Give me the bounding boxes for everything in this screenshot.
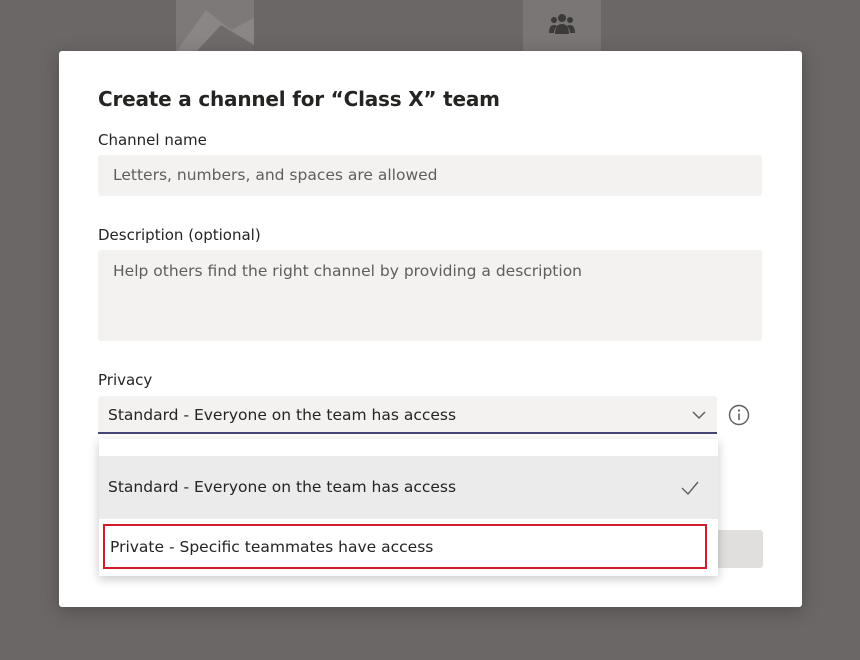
background-teams-button	[523, 0, 601, 52]
description-input[interactable]: Help others find the right channel by pr…	[98, 250, 762, 341]
privacy-option-private[interactable]: Private - Specific teammates have access	[103, 524, 707, 569]
privacy-option-standard[interactable]: Standard - Everyone on the team has acce…	[99, 456, 718, 519]
option-label: Private - Specific teammates have access	[110, 538, 434, 556]
create-channel-dialog: Create a channel for “Class X” team Chan…	[59, 51, 802, 607]
background-app-tile	[176, 0, 254, 52]
team-avatar-icon	[176, 10, 254, 52]
privacy-options-menu: Standard - Everyone on the team has acce…	[99, 439, 718, 576]
option-label: Standard - Everyone on the team has acce…	[108, 478, 457, 496]
people-icon	[549, 14, 575, 34]
description-label: Description (optional)	[98, 226, 261, 244]
privacy-dropdown[interactable]: Standard - Everyone on the team has acce…	[98, 396, 717, 434]
privacy-selected-value: Standard - Everyone on the team has acce…	[108, 406, 457, 424]
check-icon	[681, 481, 699, 496]
privacy-label: Privacy	[98, 371, 153, 389]
info-icon[interactable]	[728, 404, 750, 426]
chevron-down-icon[interactable]	[691, 407, 707, 423]
dialog-title: Create a channel for “Class X” team	[98, 87, 500, 111]
channel-name-input[interactable]: Letters, numbers, and spaces are allowed	[98, 155, 762, 196]
channel-name-label: Channel name	[98, 131, 207, 149]
